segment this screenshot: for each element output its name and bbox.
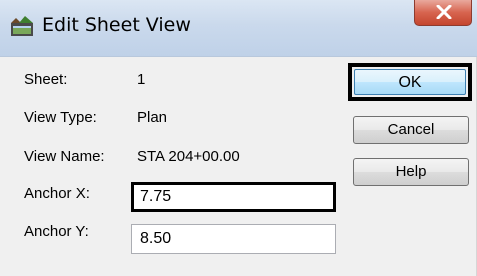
sheet-value: 1	[137, 71, 146, 88]
dialog-title: Edit Sheet View	[42, 14, 191, 36]
close-button[interactable]	[414, 0, 472, 26]
anchor-x-label: Anchor X:	[24, 185, 90, 202]
help-button[interactable]: Help	[353, 158, 469, 186]
close-icon	[436, 5, 452, 19]
anchor-x-field[interactable]: 7.75	[131, 182, 336, 212]
view-type-value: Plan	[137, 109, 168, 126]
view-name-value: STA 204+00.00	[137, 148, 240, 165]
ok-button[interactable]: OK	[348, 63, 472, 101]
ok-button-label: OK	[354, 69, 466, 95]
sheet-view-icon	[10, 15, 34, 37]
title-bar[interactable]: Edit Sheet View	[0, 0, 477, 57]
edit-sheet-view-dialog: Edit Sheet View Sheet: 1 View Type: Plan…	[0, 0, 477, 276]
cancel-button[interactable]: Cancel	[353, 116, 469, 144]
dialog-body: Sheet: 1 View Type: Plan View Name: STA …	[0, 57, 476, 276]
anchor-y-field[interactable]: 8.50	[131, 224, 336, 254]
anchor-y-label: Anchor Y:	[24, 223, 89, 240]
sheet-label: Sheet:	[24, 71, 68, 88]
view-name-label: View Name:	[24, 148, 105, 165]
view-type-label: View Type:	[24, 109, 97, 126]
